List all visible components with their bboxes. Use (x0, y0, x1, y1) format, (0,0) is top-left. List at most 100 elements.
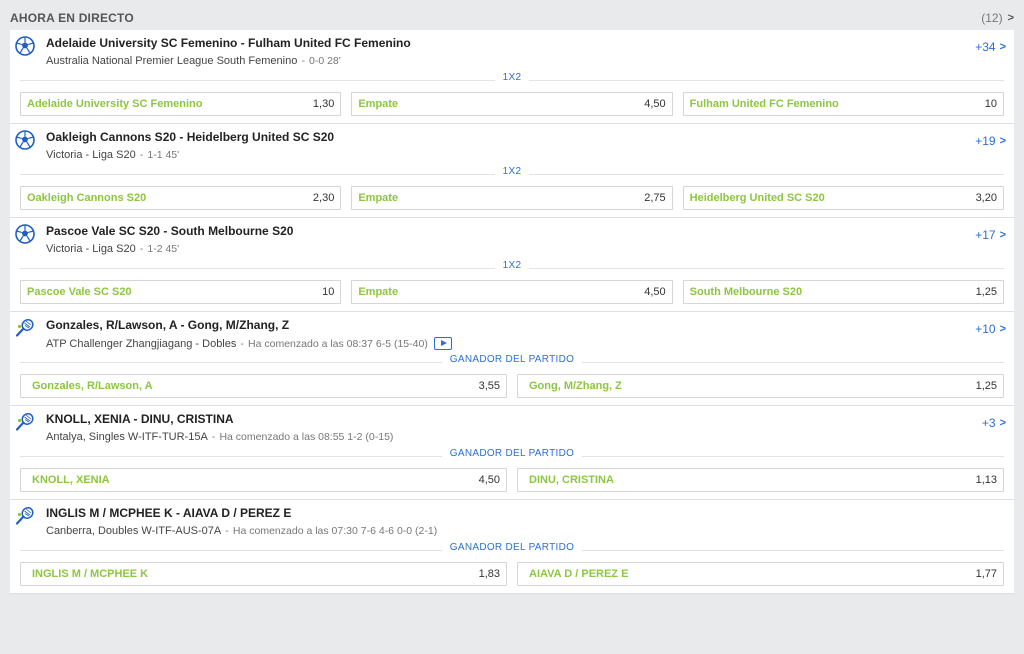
market-label: GANADOR DEL PARTIDO (10, 448, 1014, 464)
event-subtitle: Canberra, Doubles W-ITF-AUS-07A - Ha com… (46, 525, 437, 537)
market-name: GANADOR DEL PARTIDO (441, 448, 583, 459)
odd-selection: Pascoe Vale SC S20 (27, 286, 132, 298)
odd-selection: INGLIS M / MCPHEE K (32, 568, 149, 580)
event-row: KNOLL, XENIA - DINU, CRISTINA Antalya, S… (10, 406, 1014, 500)
market-name: GANADOR DEL PARTIDO (441, 542, 583, 553)
more-markets-count: +34 (975, 40, 996, 54)
separator: - (301, 55, 305, 67)
event-row: Oakleigh Cannons S20 - Heidelberg United… (10, 124, 1014, 218)
odd-button[interactable]: Empate 2,75 (351, 186, 673, 210)
event-title[interactable]: KNOLL, XENIA - DINU, CRISTINA (46, 412, 234, 426)
odd-value: 1,77 (975, 568, 997, 580)
odd-button[interactable]: Heidelberg United SC S20 3,20 (682, 186, 1004, 210)
live-count[interactable]: (12) > (981, 11, 1014, 25)
chevron-right-icon: > (999, 417, 1006, 429)
event-title[interactable]: Adelaide University SC Femenino - Fulham… (46, 36, 411, 50)
event-league: Canberra, Doubles W-ITF-AUS-07A (46, 525, 222, 537)
odd-selection: Adelaide University SC Femenino (27, 98, 203, 110)
more-markets-count: +10 (975, 322, 996, 336)
live-count-label: (12) (981, 11, 1003, 25)
event-title[interactable]: Pascoe Vale SC S20 - South Melbourne S20 (46, 224, 293, 238)
odd-selection: Empate (358, 98, 399, 110)
odd-button[interactable]: Fulham United FC Femenino 10 (682, 92, 1004, 116)
live-video-icon[interactable] (433, 337, 452, 350)
more-markets-count: +17 (975, 228, 996, 242)
odd-button[interactable]: Oakleigh Cannons S20 2,30 (20, 186, 342, 210)
tennis-racket-icon (15, 506, 35, 526)
odd-value: 2,75 (644, 192, 666, 204)
event-header[interactable]: KNOLL, XENIA - DINU, CRISTINA Antalya, S… (10, 406, 1014, 448)
odd-button[interactable]: DINU, CRISTINA 1,13 (517, 468, 1004, 492)
odd-selection: Fulham United FC Femenino (689, 98, 839, 110)
odd-button[interactable]: KNOLL, XENIA 4,50 (20, 468, 507, 492)
event-live-status: 1-1 45' (147, 149, 180, 161)
market-label: 1X2 (10, 166, 1014, 182)
odd-selection: South Melbourne S20 (689, 286, 803, 298)
separator: - (211, 431, 216, 443)
event-league: Australia National Premier League South … (46, 55, 298, 67)
event-league: ATP Challenger Zhangjiagang - Dobles (46, 337, 237, 350)
event-subtitle: ATP Challenger Zhangjiagang - Dobles - H… (46, 337, 452, 350)
odd-selection: Oakleigh Cannons S20 (27, 192, 147, 204)
odd-button[interactable]: Adelaide University SC Femenino 1,30 (20, 92, 342, 116)
odd-value: 3,55 (478, 380, 500, 392)
odd-value: 4,50 (478, 474, 500, 486)
odd-value: 2,30 (312, 192, 335, 204)
event-header[interactable]: Gonzales, R/Lawson, A - Gong, M/Zhang, Z… (10, 312, 1014, 354)
event-league: Victoria - Liga S20 (46, 243, 136, 255)
event-title[interactable]: Gonzales, R/Lawson, A - Gong, M/Zhang, Z (46, 318, 289, 332)
odd-value: 4,50 (644, 98, 666, 110)
event-live-status: 1-2 45' (147, 243, 180, 255)
event-header[interactable]: Oakleigh Cannons S20 - Heidelberg United… (10, 124, 1014, 166)
live-now-panel: AHORA EN DIRECTO (12) > Adelaide Univers… (10, 6, 1014, 594)
odd-value: 1,30 (312, 98, 335, 110)
event-subtitle: Victoria - Liga S20 - 1-1 45' (46, 149, 179, 161)
event-header[interactable]: Adelaide University SC Femenino - Fulham… (10, 30, 1014, 72)
odd-value: 1,25 (975, 286, 997, 298)
odd-button[interactable]: Gonzales, R/Lawson, A 3,55 (20, 374, 507, 398)
market-name: 1X2 (494, 260, 530, 271)
market-label: GANADOR DEL PARTIDO (10, 354, 1014, 370)
odds-row: INGLIS M / MCPHEE K 1,83 AIAVA D / PEREZ… (10, 558, 1014, 593)
more-markets-link[interactable]: +19 > (975, 134, 1006, 148)
market-label: 1X2 (10, 72, 1014, 88)
odd-selection: KNOLL, XENIA (32, 474, 110, 486)
separator: - (139, 243, 144, 255)
odd-button[interactable]: Gong, M/Zhang, Z 1,25 (517, 374, 1004, 398)
event-header[interactable]: INGLIS M / MCPHEE K - AIAVA D / PEREZ E … (10, 500, 1014, 542)
event-title[interactable]: Oakleigh Cannons S20 - Heidelberg United… (46, 130, 334, 144)
event-league: Antalya, Singles W-ITF-TUR-15A (46, 431, 208, 443)
more-markets-link[interactable]: +17 > (975, 228, 1006, 242)
market-name: GANADOR DEL PARTIDO (441, 354, 583, 365)
odd-button[interactable]: Empate 4,50 (351, 92, 673, 116)
odds-row: Pascoe Vale SC S20 10 Empate 4,50 South … (10, 276, 1014, 311)
event-row: Pascoe Vale SC S20 - South Melbourne S20… (10, 218, 1014, 312)
soccer-ball-icon (15, 36, 35, 56)
odd-selection: Gong, M/Zhang, Z (529, 380, 622, 392)
event-list: Adelaide University SC Femenino - Fulham… (10, 30, 1014, 594)
more-markets-link[interactable]: +3 > (982, 416, 1006, 430)
more-markets-link[interactable]: +34 > (975, 40, 1006, 54)
chevron-right-icon: > (999, 41, 1006, 53)
odd-button[interactable]: Empate 4,50 (351, 280, 673, 304)
more-markets-count: +19 (975, 134, 996, 148)
odd-value: 1,83 (478, 568, 500, 580)
odd-value: 1,25 (975, 380, 997, 392)
more-markets-link[interactable]: +10 > (975, 322, 1006, 336)
odd-button[interactable]: Pascoe Vale SC S20 10 (20, 280, 342, 304)
event-subtitle: Antalya, Singles W-ITF-TUR-15A - Ha come… (46, 431, 393, 443)
odds-row: Adelaide University SC Femenino 1,30 Emp… (10, 88, 1014, 123)
market-name: 1X2 (494, 72, 530, 83)
odd-button[interactable]: INGLIS M / MCPHEE K 1,83 (20, 562, 507, 586)
event-live-status: Ha comenzado a las 07:30 7-6 4-6 0-0 (2-… (232, 525, 438, 537)
odd-selection: Empate (358, 286, 399, 298)
event-title[interactable]: INGLIS M / MCPHEE K - AIAVA D / PEREZ E (46, 506, 291, 520)
event-header[interactable]: Pascoe Vale SC S20 - South Melbourne S20… (10, 218, 1014, 260)
chevron-right-icon: > (999, 323, 1006, 335)
odd-button[interactable]: South Melbourne S20 1,25 (682, 280, 1004, 304)
event-subtitle: Victoria - Liga S20 - 1-2 45' (46, 243, 179, 255)
soccer-ball-icon (15, 224, 35, 244)
chevron-right-icon: > (999, 135, 1006, 147)
odd-button[interactable]: AIAVA D / PEREZ E 1,77 (517, 562, 1004, 586)
market-label: 1X2 (10, 260, 1014, 276)
